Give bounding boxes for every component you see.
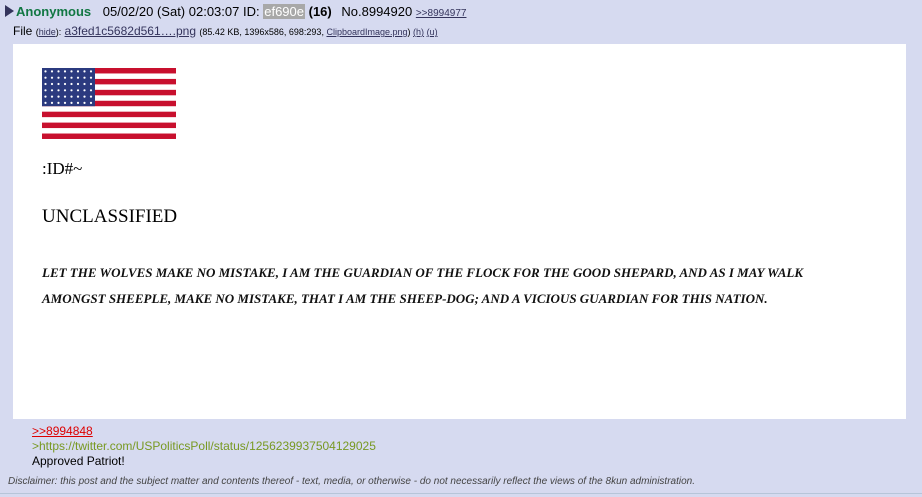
flag-star — [63, 89, 67, 92]
flag-star — [70, 95, 73, 98]
poster-id-label: ID: — [242, 4, 260, 19]
flag-star — [63, 101, 67, 104]
flag-star — [57, 101, 60, 104]
flag-star — [70, 89, 73, 92]
file-info: File (hide): a3fed1c5682d561….png (85.42… — [13, 23, 438, 40]
flag-star — [50, 76, 54, 79]
flag-star — [76, 89, 80, 92]
post-body: >>8994848 >https://twitter.com/USPolitic… — [32, 424, 376, 469]
flag-star — [76, 95, 80, 98]
post-menu-arrow-icon[interactable] — [5, 5, 14, 17]
post-datetime: 05/02/20 (Sat) 02:03:07 — [102, 4, 240, 19]
flag-star — [83, 82, 86, 86]
hide-paren-close: ): — [55, 27, 62, 37]
hash-search-link[interactable]: (h) — [413, 27, 424, 37]
unique-search-link[interactable]: (u) — [427, 27, 438, 37]
flag-star — [76, 82, 80, 86]
flag-star — [89, 95, 93, 98]
flag-star — [70, 82, 73, 86]
post-text: Approved Patriot! — [32, 454, 125, 468]
hide-link[interactable]: hide — [39, 27, 56, 37]
flag-star — [50, 95, 54, 98]
flag-star — [76, 76, 80, 79]
divider — [0, 493, 922, 494]
image-classification: UNCLASSIFIED — [42, 206, 178, 227]
flag-star — [57, 76, 60, 79]
flag-star — [63, 70, 67, 73]
flag-star — [57, 89, 60, 92]
file-name-link[interactable]: a3fed1c5682d561….png — [65, 24, 196, 38]
flag-star — [63, 76, 67, 79]
flag-star — [89, 70, 93, 73]
file-meta: (85.42 KB, 1396x586, 698:293, — [199, 27, 324, 37]
flag-star — [57, 70, 60, 73]
flag-star — [44, 76, 47, 79]
image-statement: LET THE WOLVES MAKE NO MISTAKE, I AM THE… — [42, 265, 804, 306]
flag-star — [89, 76, 93, 79]
flag-star — [50, 70, 54, 73]
flag-star — [44, 89, 47, 92]
flag-star — [44, 82, 47, 86]
file-meta-close: ) — [407, 27, 411, 37]
post-number[interactable]: No.8994920 — [341, 4, 412, 19]
greentext-line: >https://twitter.com/USPoliticsPoll/stat… — [32, 439, 376, 453]
flag-star — [44, 101, 47, 104]
flag-star — [83, 70, 86, 73]
flag-star — [70, 70, 73, 73]
poster-id-count: (16) — [308, 4, 332, 19]
flag-star — [44, 70, 47, 73]
flag-star — [70, 76, 73, 79]
flag-star — [83, 76, 86, 79]
flag-star — [89, 89, 93, 92]
flag-star — [50, 89, 54, 92]
flag-star — [83, 95, 86, 98]
quote-link[interactable]: >>8994848 — [32, 424, 93, 438]
flag-star — [50, 101, 54, 104]
flag-star — [83, 89, 86, 92]
poster-name: Anonymous — [16, 4, 92, 19]
image-id-text: :ID#~ — [42, 159, 83, 178]
flag-star — [57, 95, 60, 98]
poster-id[interactable]: ef690e — [263, 4, 305, 19]
flag-star — [57, 82, 60, 86]
disclaimer: Disclaimer: this post and the subject ma… — [8, 476, 695, 487]
post-image[interactable]: :ID#~ UNCLASSIFIED LET THE WOLVES MAKE N… — [13, 44, 906, 419]
backlink[interactable]: >>8994977 — [416, 8, 467, 19]
post-header: Anonymous 05/02/20 (Sat) 02:03:07 ID: ef… — [5, 4, 466, 22]
flag-star — [76, 70, 80, 73]
flag-star — [83, 101, 86, 104]
flag-star — [89, 101, 93, 104]
flag-star — [63, 82, 67, 86]
file-label: File — [13, 24, 33, 38]
original-filename-link[interactable]: ClipboardImage.png — [326, 27, 407, 37]
flag-star — [44, 95, 47, 98]
us-flag-image — [42, 68, 176, 139]
flag-star — [50, 82, 54, 86]
flag-star — [76, 101, 80, 104]
flag-star — [63, 95, 67, 98]
flag-star — [70, 101, 73, 104]
flag-star — [89, 82, 93, 86]
